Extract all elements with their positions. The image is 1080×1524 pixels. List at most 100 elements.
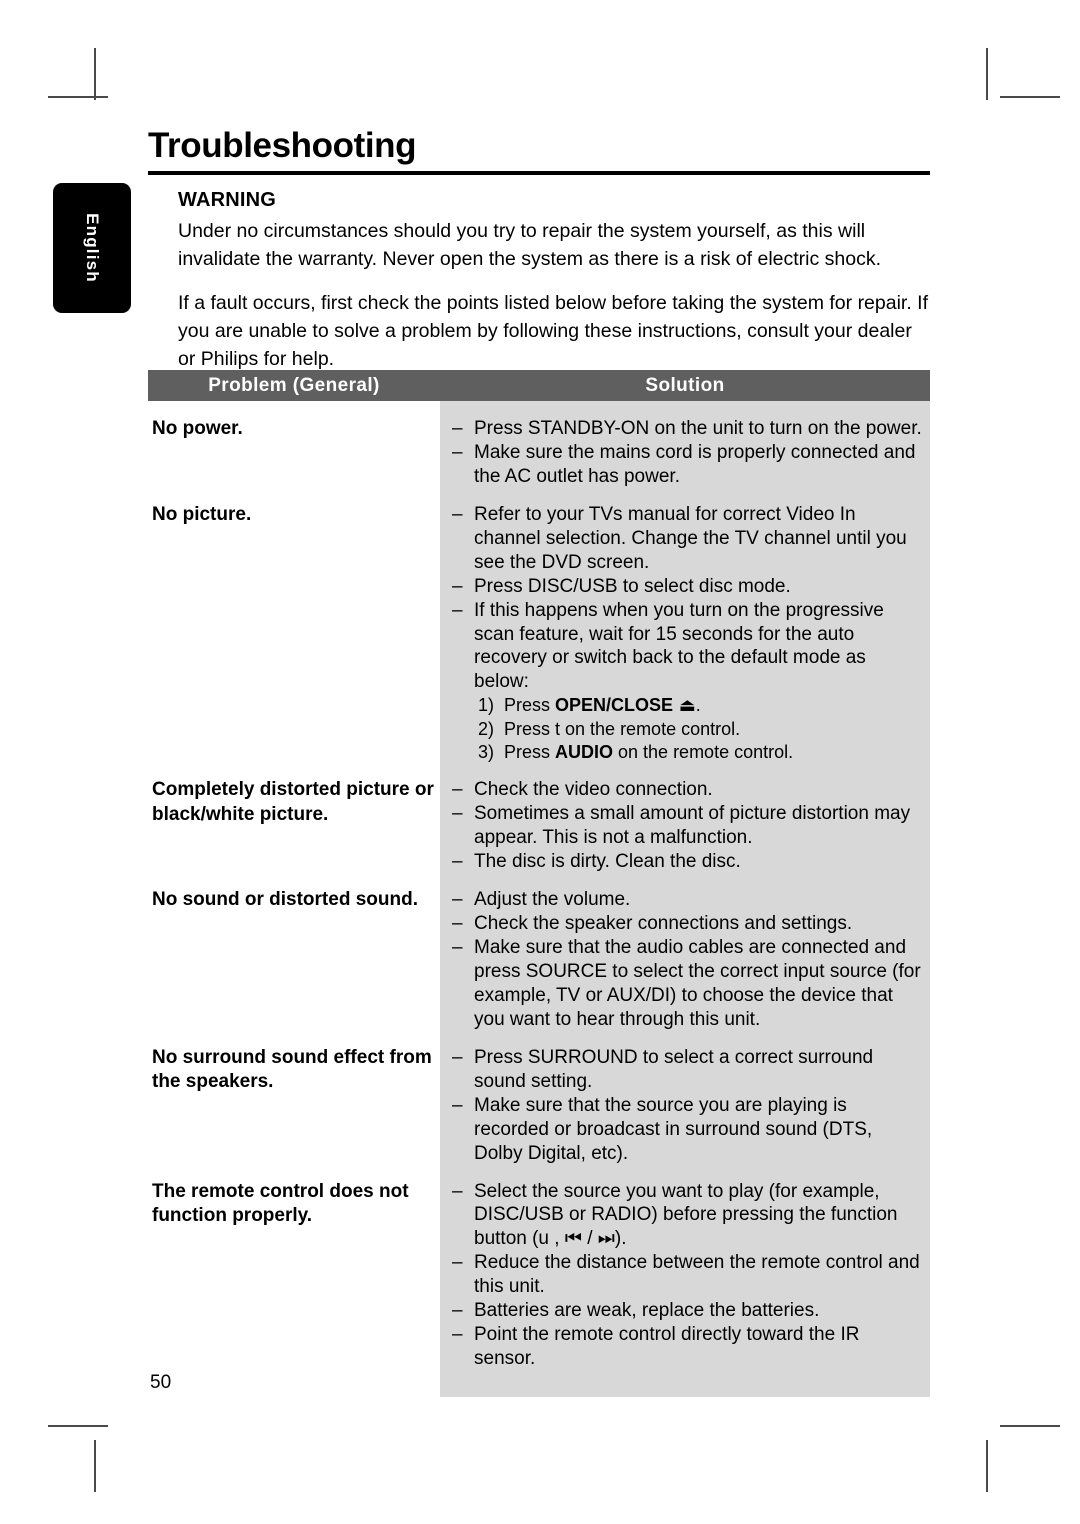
step-text: Press AUDIO on the remote control. — [504, 742, 794, 763]
bullet-dash-icon: – — [452, 889, 463, 911]
column-header-problem: Problem (General) — [208, 374, 380, 396]
page-content: Troubleshooting WARNING Under no circums… — [148, 128, 930, 373]
solution-bullet: – Reduce the distance between the remote … — [452, 1251, 922, 1299]
crop-mark-bottom-left-horizontal — [48, 1425, 108, 1427]
numbered-step: 2) Press t on the remote control. — [478, 718, 922, 741]
crop-mark-top-right-vertical — [986, 48, 988, 100]
warning-heading: WARNING — [178, 189, 277, 211]
solution-bullet: – If this happens when you turn on the pr… — [452, 599, 922, 695]
solution-text: Refer to your TVs manual for correct Vid… — [474, 503, 907, 573]
step-number: 3) — [478, 742, 495, 763]
problem-cell: The remote control does not function pro… — [152, 1180, 409, 1226]
step-number: 2) — [478, 718, 495, 739]
solution-bullet: – Batteries are weak, replace the batteri… — [452, 1299, 922, 1323]
solution-bullet: – Make sure that the audio cables are con… — [452, 936, 922, 1032]
solution-text: Make sure that the audio cables are conn… — [474, 937, 921, 1030]
bullet-dash-icon: – — [452, 1094, 463, 1116]
solution-text: If this happens when you turn on the pro… — [474, 599, 884, 693]
problem-cell: No power. — [152, 418, 243, 439]
solution-text: Adjust the volume. — [474, 889, 631, 911]
solution-cell: – Check the video connection. – Sometimes a… — [440, 778, 930, 874]
solution-text: Press DISC/USB to select disc mode. — [474, 575, 791, 597]
eject-icon: ⏏ — [673, 695, 696, 717]
problem-column: No power. No picture. Completely distorted… — [148, 401, 440, 1398]
crop-mark-top-right-horizontal — [1000, 96, 1060, 98]
solution-cell: – Press STANDBY-ON on the unit to turn on… — [440, 401, 930, 489]
warning-paragraph: Under no circumstances should you try to… — [178, 220, 882, 270]
crop-mark-bottom-left-vertical — [94, 1440, 96, 1492]
bullet-dash-icon: – — [452, 1300, 463, 1322]
troubleshooting-table: Problem (General) Solution No power. No p… — [148, 370, 930, 1398]
crop-mark-top-left-vertical — [94, 48, 96, 100]
bullet-dash-icon: – — [452, 1046, 463, 1068]
solution-bullet: – Press STANDBY-ON on the unit to turn on… — [452, 417, 922, 441]
crop-mark-top-left-horizontal — [48, 96, 108, 98]
manual-page: English Troubleshooting WARNING Under no… — [0, 0, 1080, 1524]
bullet-dash-icon: – — [452, 441, 463, 463]
bullet-dash-icon: – — [452, 503, 463, 525]
bullet-dash-icon: – — [452, 803, 463, 825]
bullet-dash-icon: – — [452, 779, 463, 801]
warning-paragraph: If a fault occurs, first check the point… — [178, 291, 929, 370]
numbered-step: 3) Press AUDIO on the remote control. — [478, 741, 922, 764]
bullet-dash-icon: – — [452, 575, 463, 597]
solution-text: Reduce the distance between the remote c… — [474, 1252, 920, 1298]
solution-text: Make sure the mains cord is properly con… — [474, 441, 916, 487]
solution-bullet: – Make sure that the source you are playi… — [452, 1094, 922, 1166]
solution-text: Check the video connection. — [474, 779, 713, 801]
table-body: No power. No picture. Completely distorted… — [148, 401, 930, 1398]
numbered-step-list: 1) Press OPEN/CLOSE ⏏. 2) Press t on the re… — [452, 694, 922, 764]
problem-cell: No sound or distorted sound. — [152, 889, 418, 911]
crop-mark-bottom-right-vertical — [986, 1440, 988, 1492]
bullet-dash-icon: – — [452, 599, 463, 621]
page-title: Troubleshooting — [148, 126, 417, 165]
bullet-dash-icon: – — [452, 851, 463, 873]
solution-cell: – Press SURROUND to select a correct surr… — [440, 1046, 930, 1166]
step-button-label: AUDIO — [555, 742, 614, 763]
solution-text: Press SURROUND to select a correct surro… — [474, 1046, 874, 1092]
crop-mark-bottom-right-horizontal — [1000, 1425, 1060, 1427]
solution-bullet: – Press SURROUND to select a correct surr… — [452, 1046, 922, 1094]
solution-cell: – Adjust the volume. – Check the speaker co… — [440, 888, 930, 1032]
solution-text: The disc is dirty. Clean the disc. — [474, 851, 741, 873]
solution-cell: – Refer to your TVs manual for correct Vi… — [440, 503, 930, 765]
table-header-row: Problem (General) Solution — [148, 370, 930, 401]
bullet-dash-icon: – — [452, 937, 463, 959]
step-number: 1) — [478, 695, 495, 716]
solution-bullet: – Select the source you want to play (for… — [452, 1180, 922, 1252]
solution-text: Select the source you want to play (for … — [474, 1180, 898, 1250]
solution-bullet: – Check the video connection. — [452, 778, 922, 802]
solution-text: Check the speaker connections and settin… — [474, 913, 853, 935]
bullet-dash-icon: – — [452, 1180, 463, 1202]
solution-bullet: – Adjust the volume. — [452, 888, 922, 912]
solution-bullet: – Point the remote control directly towar… — [452, 1323, 922, 1371]
solution-bullet: – The disc is dirty. Clean the disc. — [452, 850, 922, 874]
solution-bullet: – Press DISC/USB to select disc mode. — [452, 575, 922, 599]
numbered-step: 1) Press OPEN/CLOSE ⏏. — [478, 694, 922, 717]
title-divider — [148, 171, 930, 175]
solution-text: Batteries are weak, replace the batterie… — [474, 1300, 820, 1322]
solution-text: Make sure that the source you are playin… — [474, 1094, 873, 1164]
page-number: 50 — [150, 1372, 172, 1393]
bullet-dash-icon: – — [452, 1252, 463, 1274]
solution-text: Point the remote control directly toward… — [474, 1324, 860, 1370]
step-text: Press t on the remote control. — [504, 718, 741, 739]
solution-bullet: – Sometimes a small amount of picture dis… — [452, 802, 922, 850]
bullet-dash-icon: – — [452, 1324, 463, 1346]
solution-bullet: – Check the speaker connections and setti… — [452, 912, 922, 936]
problem-cell: Completely distorted picture or black/wh… — [152, 779, 434, 825]
solution-text: Press STANDBY-ON on the unit to turn on … — [474, 418, 922, 439]
language-tab-label: English — [83, 213, 102, 283]
step-text: Press OPEN/CLOSE ⏏. — [504, 695, 701, 717]
bullet-dash-icon: – — [452, 418, 463, 439]
warning-block: WARNING Under no circumstances should yo… — [148, 189, 930, 373]
solution-bullet: – Make sure the mains cord is properly co… — [452, 441, 922, 489]
problem-cell: No surround sound effect from the speake… — [152, 1046, 432, 1093]
solution-cell: – Select the source you want to play (for… — [440, 1180, 930, 1372]
step-button-label: OPEN/CLOSE — [555, 695, 674, 716]
bullet-dash-icon: – — [452, 913, 463, 935]
solution-column: – Press STANDBY-ON on the unit to turn on… — [440, 401, 930, 1398]
solution-bullet: – Refer to your TVs manual for correct Vi… — [452, 503, 922, 575]
language-tab: English — [53, 183, 131, 313]
problem-cell: No picture. — [152, 503, 252, 525]
